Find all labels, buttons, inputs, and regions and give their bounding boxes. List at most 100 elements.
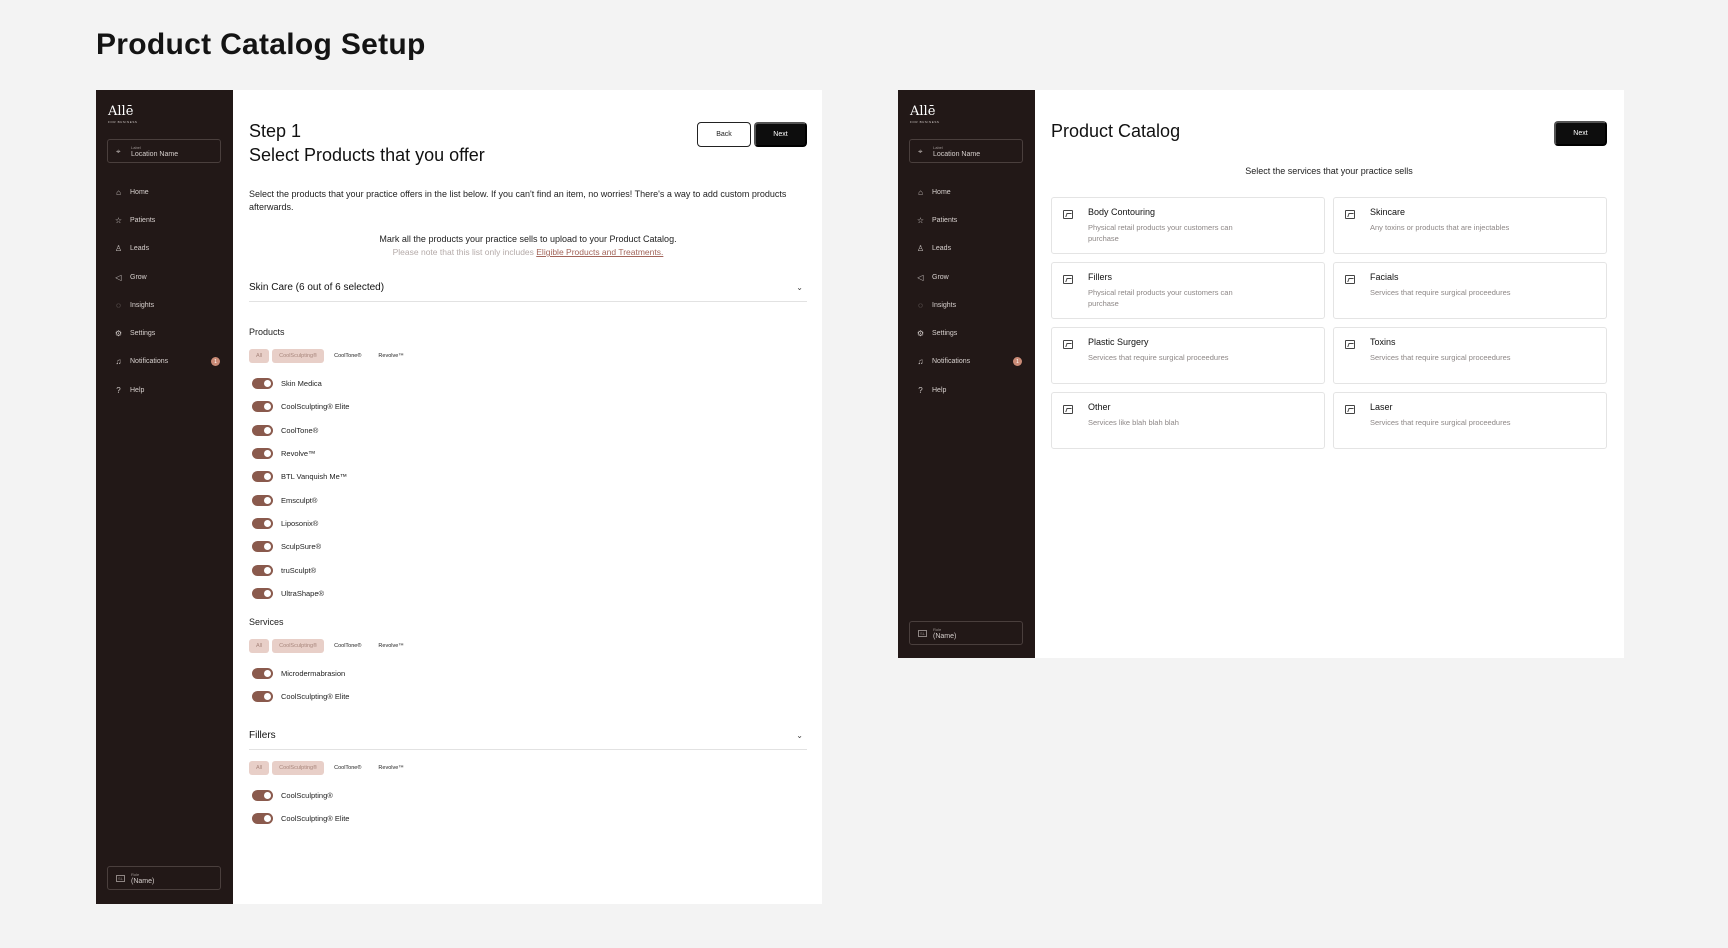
logo[interactable]: Allē FOR BUSINESS [910, 104, 940, 124]
sidebar-item-leads[interactable]: ♙ Leads [114, 235, 220, 263]
location-selector[interactable]: ⌖ Label Location Name [909, 139, 1023, 163]
chip-cooltone[interactable]: CoolTone® [327, 761, 368, 775]
chip-cooltone[interactable]: CoolTone® [327, 349, 368, 363]
toggle-switch[interactable] [252, 494, 273, 506]
product-catalog-screen: Allē FOR BUSINESS ⌖ Label Location Name … [898, 90, 1624, 658]
service-card-toxins[interactable]: Toxins Services that require surgical pro… [1333, 327, 1607, 384]
products-group-title: Products [249, 327, 285, 337]
toggle-switch[interactable] [252, 691, 273, 703]
logo-wordmark: Allē [910, 104, 936, 119]
sidebar-item-notifications[interactable]: ♫ Notifications 1 [114, 348, 220, 376]
filler-row: CoolSculpting® Elite [252, 807, 349, 830]
toggle-switch[interactable] [252, 564, 273, 576]
chip-all[interactable]: All [249, 639, 270, 653]
sidebar-item-insights[interactable]: ◌ Insights [114, 291, 220, 319]
sidebar-item-grow[interactable]: ◁ Grow [916, 263, 1022, 291]
role-avatar-icon: SL [116, 874, 125, 882]
user-plus-icon: ♙ [114, 244, 123, 254]
help-icon: ? [918, 385, 923, 395]
product-row: truSculpt® [252, 558, 349, 581]
image-icon [1345, 405, 1355, 414]
sidebar-item-home[interactable]: ⌂ Home [114, 178, 220, 206]
service-card-skincare[interactable]: Skincare Any toxins or products that are … [1333, 197, 1607, 254]
toggle-switch[interactable] [252, 424, 273, 436]
sidebar-item-help[interactable]: ? Help [114, 376, 220, 404]
service-label: Microdermabrasion [281, 669, 346, 679]
chip-coolsculpting[interactable]: CoolSculpting® [272, 761, 325, 775]
service-card-other[interactable]: Other Services like blah blah blah [1051, 392, 1325, 449]
sidebar-item-label: Help [130, 386, 145, 394]
back-button[interactable]: Back [697, 122, 751, 147]
card-title: Laser [1370, 402, 1393, 412]
toggle-switch[interactable] [252, 587, 273, 599]
chip-all[interactable]: All [249, 349, 270, 363]
sidebar-item-settings[interactable]: ⚙ Settings [916, 319, 1022, 347]
role-avatar-icon: SL [918, 629, 927, 637]
chevron-down-icon: ⌄ [796, 283, 803, 292]
sidebar-item-patients[interactable]: ☆ Patients [916, 206, 1022, 234]
sidebar-item-settings[interactable]: ⚙ Settings [114, 319, 220, 347]
role-label: Role [933, 626, 942, 632]
card-title: Toxins [1370, 337, 1396, 347]
location-selector[interactable]: ⌖ Label Location Name [107, 139, 221, 163]
sidebar-item-label: Insights [932, 301, 957, 309]
sidebar-item-insights[interactable]: ◌ Insights [916, 291, 1022, 319]
location-value: Location Name [933, 150, 981, 158]
fillers-section-header[interactable]: Fillers ⌄ [249, 722, 807, 750]
service-card-plastic-surgery[interactable]: Plastic Surgery Services that require sur… [1051, 327, 1325, 384]
next-button[interactable]: Next [1554, 121, 1607, 146]
next-button[interactable]: Next [754, 122, 807, 147]
toggle-switch[interactable] [252, 378, 273, 390]
location-label: Label [131, 144, 141, 150]
chip-cooltone[interactable]: CoolTone® [327, 639, 368, 653]
toggle-switch[interactable] [252, 448, 273, 460]
card-description: Physical retail products your customers … [1088, 223, 1233, 243]
toggle-switch[interactable] [252, 813, 273, 825]
product-label: Skin Medica [281, 379, 322, 389]
toggle-switch[interactable] [252, 668, 273, 680]
filler-label: CoolSculpting® Elite [281, 814, 350, 824]
toggle-switch[interactable] [252, 517, 273, 529]
skin-care-section-header[interactable]: Skin Care (6 out of 6 selected) ⌄ [249, 274, 807, 302]
toggle-switch[interactable] [252, 471, 273, 483]
service-cards-grid: Body Contouring Physical retail products … [1051, 197, 1607, 449]
product-row: SculpSure® [252, 535, 349, 558]
lightbulb-icon: ◌ [918, 300, 923, 310]
service-card-facials[interactable]: Facials Services that require surgical pr… [1333, 262, 1607, 319]
service-card-fillers[interactable]: Fillers Physical retail products your cus… [1051, 262, 1325, 319]
product-label: CoolSculpting® Elite [281, 402, 350, 412]
role-selector[interactable]: SL Role (Name) [107, 866, 221, 890]
product-label: SculpSure® [281, 542, 322, 552]
services-group-title: Services [249, 617, 284, 627]
chip-revolve[interactable]: Revolve™ [371, 761, 410, 775]
bell-icon: ♫ [115, 357, 122, 367]
megaphone-icon: ◁ [917, 272, 924, 282]
sidebar-item-patients[interactable]: ☆ Patients [114, 206, 220, 234]
chip-all[interactable]: All [249, 761, 270, 775]
service-card-laser[interactable]: Laser Services that require surgical proc… [1333, 392, 1607, 449]
sidebar-item-home[interactable]: ⌂ Home [916, 178, 1022, 206]
toggle-switch[interactable] [252, 541, 273, 553]
sidebar-item-leads[interactable]: ♙ Leads [916, 235, 1022, 263]
logo[interactable]: Allē FOR BUSINESS [108, 104, 138, 124]
card-description: Services that require surgical proceedur… [1370, 353, 1511, 362]
toggle-switch[interactable] [252, 401, 273, 413]
role-selector[interactable]: SL Role (Name) [909, 621, 1023, 645]
sidebar-item-label: Insights [130, 301, 155, 309]
gear-icon: ⚙ [114, 329, 123, 339]
service-card-body-contouring[interactable]: Body Contouring Physical retail products … [1051, 197, 1325, 254]
product-label: UltraShape® [281, 588, 325, 598]
sidebar-item-label: Notifications [130, 358, 169, 366]
sidebar-item-notifications[interactable]: ♫ Notifications 1 [916, 348, 1022, 376]
sidebar-item-label: Settings [932, 330, 958, 338]
card-title: Fillers [1088, 272, 1112, 282]
chip-revolve[interactable]: Revolve™ [371, 349, 410, 363]
toggle-switch[interactable] [252, 790, 273, 802]
chip-revolve[interactable]: Revolve™ [371, 639, 410, 653]
sidebar-item-grow[interactable]: ◁ Grow [114, 263, 220, 291]
chip-coolsculpting[interactable]: CoolSculpting® [272, 349, 325, 363]
eligible-products-link[interactable]: Eligible Products and Treatments. [536, 247, 663, 257]
card-description: Physical retail products your customers … [1088, 288, 1233, 308]
sidebar-item-help[interactable]: ? Help [916, 376, 1022, 404]
chip-coolsculpting[interactable]: CoolSculpting® [272, 639, 325, 653]
